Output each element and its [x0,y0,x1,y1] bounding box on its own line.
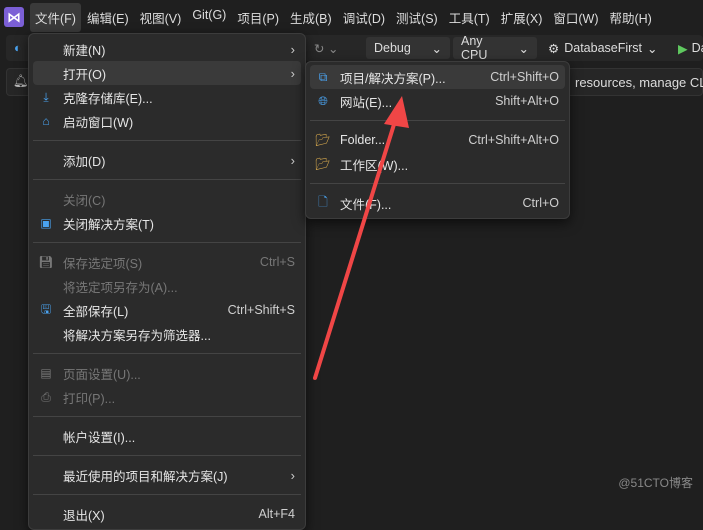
shortcut: Alt+F4 [258,507,295,521]
watermark: @51CTO博客 [618,476,693,490]
menu-item-label: 退出(X) [63,508,105,523]
menu-item[interactable]: 退出(X) Alt+F4 [33,502,301,526]
annotation-arrow [313,96,409,380]
